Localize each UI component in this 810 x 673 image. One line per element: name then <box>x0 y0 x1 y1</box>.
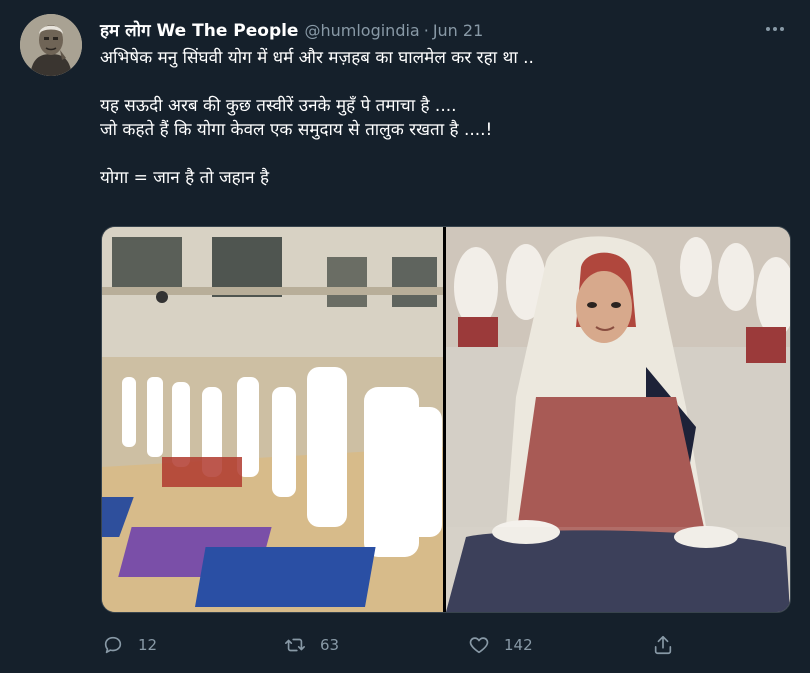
tweet-line: अभिषेक मनु सिंघवी योग में धर्म और मज़हब … <box>100 48 534 68</box>
tweet-header: हम लोग We The People @humlogindia · Jun … <box>100 18 770 42</box>
reply-button[interactable]: 12 <box>102 628 157 662</box>
heart-icon <box>469 637 489 654</box>
dot <box>766 27 770 31</box>
tweet[interactable]: हम लोग We The People @humlogindia · Jun … <box>0 0 810 673</box>
reply-count: 12 <box>138 636 158 654</box>
tweet-media[interactable] <box>101 226 791 613</box>
author-name[interactable]: हम लोग We The People <box>100 18 298 41</box>
more-options-icon[interactable] <box>764 22 786 36</box>
tweet-line: योगा = जान है तो जहान है <box>100 168 269 188</box>
dot <box>780 27 784 31</box>
share-icon <box>654 635 672 655</box>
retweet-icon <box>285 638 305 652</box>
retweet-count: 63 <box>320 636 340 654</box>
tweet-date[interactable]: Jun 21 <box>433 21 483 40</box>
header-separator: · <box>423 21 429 40</box>
photo-yoga-hall[interactable] <box>102 227 443 612</box>
tweet-line: जो कहते हैं कि योगा केवल एक समुदाय से ता… <box>100 120 493 140</box>
dot <box>773 27 777 31</box>
avatar[interactable] <box>20 14 82 76</box>
reply-icon <box>104 636 122 654</box>
tweet-line: यह सऊदी अरब की कुछ तस्वीरें उनके मुहँ पे… <box>100 96 457 116</box>
like-count: 142 <box>504 636 533 654</box>
retweet-button[interactable]: 63 <box>284 628 339 662</box>
share-button[interactable] <box>652 628 674 662</box>
author-handle[interactable]: @humlogindia <box>304 21 419 40</box>
tweet-text: अभिषेक मनु सिंघवी योग में धर्म और मज़हब … <box>100 46 780 190</box>
avatar-image <box>20 14 82 76</box>
tweet-actions: 12 63 142 <box>100 628 700 662</box>
photo-girl-meditating[interactable] <box>446 227 790 612</box>
like-button[interactable]: 142 <box>468 628 533 662</box>
